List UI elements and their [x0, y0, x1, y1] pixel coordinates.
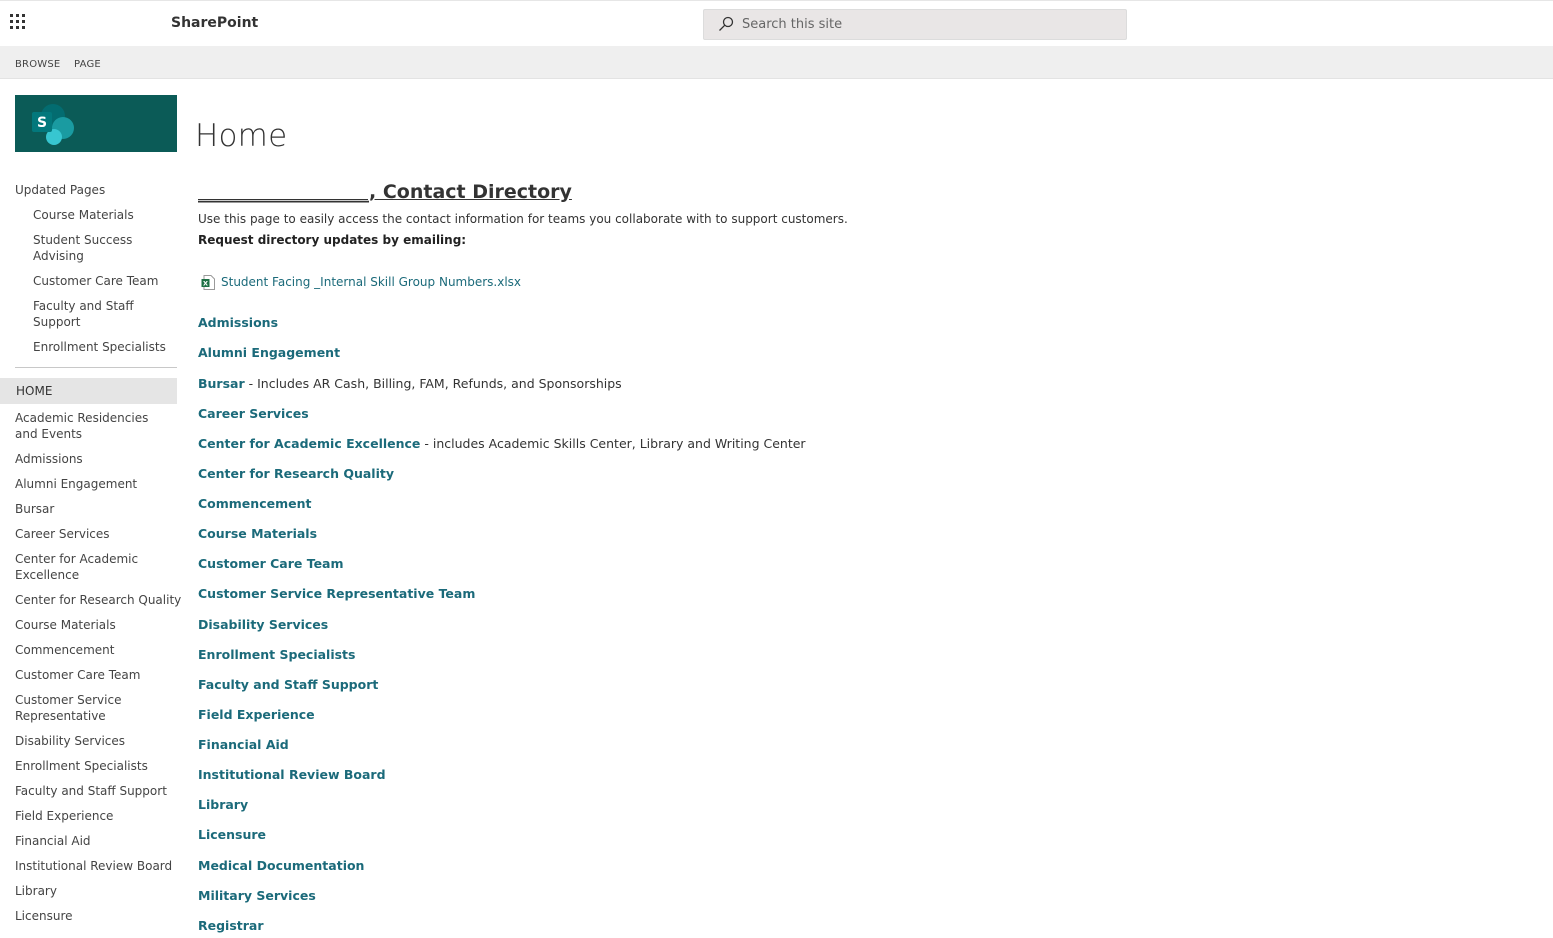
app-launcher-icon[interactable]: [10, 14, 28, 32]
search-icon: [719, 16, 734, 31]
nav-item-center-research-quality[interactable]: Center for Research Quality: [15, 592, 181, 608]
nav-divider: [15, 367, 177, 368]
logo-letter: S: [37, 115, 47, 131]
dept-link-customer-care-team[interactable]: Customer Care Team: [198, 556, 344, 571]
nav-item-institutional-review-board[interactable]: Institutional Review Board: [15, 858, 172, 874]
department-item: Alumni Engagement: [198, 345, 340, 360]
nav-item-enrollment-specialists[interactable]: Enrollment Specialists: [15, 758, 148, 774]
nav-item-licensure[interactable]: Licensure: [15, 908, 73, 924]
dept-link-admissions[interactable]: Admissions: [198, 315, 278, 330]
department-item: Institutional Review Board: [198, 767, 386, 782]
dept-link-alumni-engagement[interactable]: Alumni Engagement: [198, 345, 340, 360]
tab-browse[interactable]: BROWSE: [15, 59, 60, 70]
excel-file-icon: X: [201, 275, 215, 290]
svg-text:X: X: [203, 280, 208, 288]
tab-page[interactable]: PAGE: [74, 59, 101, 70]
site-logo[interactable]: S: [15, 95, 177, 152]
dept-link-customer-service-rep-team[interactable]: Customer Service Representative Team: [198, 586, 475, 601]
department-item: Library: [198, 797, 248, 812]
department-item: Bursar - Includes AR Cash, Billing, FAM,…: [198, 376, 622, 391]
department-item: Registrar: [198, 918, 264, 933]
nav-item-home[interactable]: HOME: [0, 378, 177, 404]
dept-link-enrollment-specialists[interactable]: Enrollment Specialists: [198, 647, 355, 662]
dept-link-course-materials[interactable]: Course Materials: [198, 526, 317, 541]
request-updates-text: Request directory updates by emailing:: [198, 233, 467, 247]
dept-link-financial-aid[interactable]: Financial Aid: [198, 737, 289, 752]
nav-recent-student-success-advising[interactable]: Student Success Advising: [33, 232, 143, 264]
dept-link-center-academic-excellence[interactable]: Center for Academic Excellence: [198, 436, 420, 451]
dept-link-faculty-staff-support[interactable]: Faculty and Staff Support: [198, 677, 378, 692]
dept-note: - includes Academic Skills Center, Libra…: [420, 436, 806, 451]
search-input[interactable]: [742, 13, 1112, 35]
nav-heading-updated-pages[interactable]: Updated Pages: [15, 182, 105, 198]
nav-item-center-academic-excellence[interactable]: Center for Academic Excellence: [15, 551, 145, 583]
department-item: Course Materials: [198, 526, 317, 541]
department-item: Disability Services: [198, 617, 328, 632]
department-item: Center for Academic Excellence - include…: [198, 436, 806, 451]
dept-link-institutional-review-board[interactable]: Institutional Review Board: [198, 767, 386, 782]
dept-note: - Includes AR Cash, Billing, FAM, Refund…: [244, 376, 622, 391]
nav-item-career-services[interactable]: Career Services: [15, 526, 110, 542]
ribbon: BROWSE PAGE: [0, 46, 1553, 79]
dept-link-medical-documentation[interactable]: Medical Documentation: [198, 858, 364, 873]
department-item: Commencement: [198, 496, 311, 511]
app-title[interactable]: SharePoint: [171, 15, 258, 31]
dept-link-registrar[interactable]: Registrar: [198, 918, 264, 933]
dept-link-commencement[interactable]: Commencement: [198, 496, 311, 511]
excel-file-link[interactable]: X Student Facing _Internal Skill Group N…: [201, 275, 521, 290]
nav-recent-course-materials[interactable]: Course Materials: [33, 207, 134, 223]
nav-recent-customer-care-team[interactable]: Customer Care Team: [33, 273, 158, 289]
excel-file-name: Student Facing _Internal Skill Group Num…: [221, 275, 522, 289]
dept-link-bursar[interactable]: Bursar: [198, 376, 245, 391]
search-box[interactable]: [703, 9, 1127, 40]
page-title: Home: [195, 118, 288, 154]
department-item: Military Services: [198, 888, 316, 903]
nav-item-customer-service-rep[interactable]: Customer Service Representative: [15, 692, 125, 724]
nav-recent-enrollment-specialists[interactable]: Enrollment Specialists: [33, 339, 166, 355]
department-item: Field Experience: [198, 707, 315, 722]
department-item: Admissions: [198, 315, 278, 330]
department-item: Customer Care Team: [198, 556, 344, 571]
nav-item-library[interactable]: Library: [15, 883, 57, 899]
department-item: Licensure: [198, 827, 266, 842]
dept-link-library[interactable]: Library: [198, 797, 248, 812]
nav-item-alumni-engagement[interactable]: Alumni Engagement: [15, 476, 137, 492]
nav-item-faculty-staff-support[interactable]: Faculty and Staff Support: [15, 783, 167, 799]
suite-bar: SharePoint: [0, 0, 1553, 47]
nav-item-course-materials[interactable]: Course Materials: [15, 617, 116, 633]
nav-item-field-experience[interactable]: Field Experience: [15, 808, 113, 824]
dept-link-career-services[interactable]: Career Services: [198, 406, 309, 421]
sharepoint-logo-icon: S: [32, 104, 74, 145]
nav-item-commencement[interactable]: Commencement: [15, 642, 114, 658]
dept-link-licensure[interactable]: Licensure: [198, 827, 266, 842]
dept-link-field-experience[interactable]: Field Experience: [198, 707, 315, 722]
nav-recent-faculty-staff-support[interactable]: Faculty and Staff Support: [33, 298, 143, 330]
intro-text: Use this page to easily access the conta…: [198, 212, 848, 226]
department-item: Customer Service Representative Team: [198, 586, 475, 601]
nav-item-admissions[interactable]: Admissions: [15, 451, 83, 467]
nav-item-academic-residencies[interactable]: Academic Residencies and Events: [15, 410, 165, 442]
nav-home-label: HOME: [16, 384, 53, 398]
department-item: Enrollment Specialists: [198, 647, 355, 662]
dept-link-center-research-quality[interactable]: Center for Research Quality: [198, 466, 394, 481]
directory-heading: __________________, Contact Directory: [198, 181, 572, 203]
department-item: Faculty and Staff Support: [198, 677, 378, 692]
department-item: Career Services: [198, 406, 309, 421]
nav-item-customer-care-team[interactable]: Customer Care Team: [15, 667, 140, 683]
nav-item-disability-services[interactable]: Disability Services: [15, 733, 125, 749]
nav-item-financial-aid[interactable]: Financial Aid: [15, 833, 91, 849]
department-item: Financial Aid: [198, 737, 289, 752]
nav-item-bursar[interactable]: Bursar: [15, 501, 54, 517]
department-item: Center for Research Quality: [198, 466, 394, 481]
department-item: Medical Documentation: [198, 858, 364, 873]
dept-link-disability-services[interactable]: Disability Services: [198, 617, 328, 632]
dept-link-military-services[interactable]: Military Services: [198, 888, 316, 903]
